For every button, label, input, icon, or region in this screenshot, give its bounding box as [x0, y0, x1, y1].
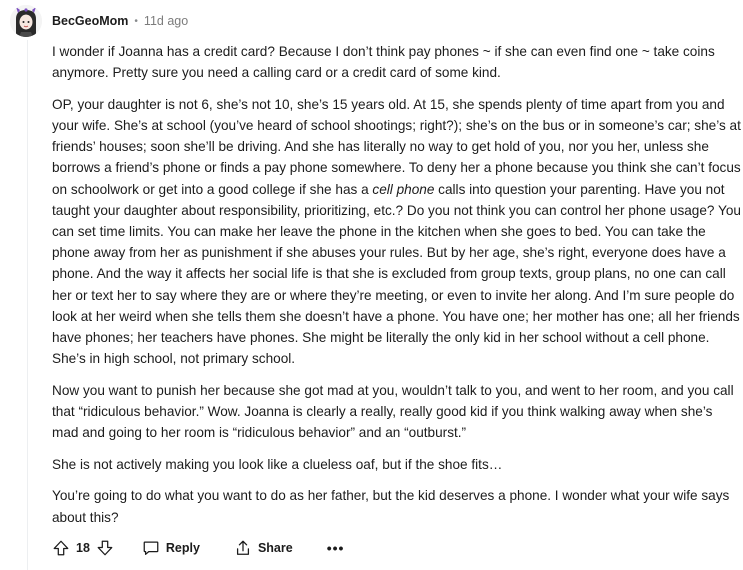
comment-paragraph: She is not actively making you look like…	[52, 456, 503, 472]
comment-body: I wonder if Joanna has a credit card? Be…	[52, 41, 742, 538]
share-icon	[234, 539, 252, 557]
share-label: Share	[257, 541, 293, 555]
emphasized-text: cell phone	[372, 181, 435, 197]
comment-paragraph: Now you want to punish her because she g…	[52, 382, 734, 441]
vote-group: 18	[46, 534, 120, 562]
upvote-arrow-icon[interactable]	[52, 539, 70, 557]
reply-button[interactable]: Reply	[136, 534, 206, 562]
speech-bubble-icon	[142, 539, 160, 557]
paragraph-text: calls into question your parenting. Have…	[52, 181, 741, 367]
share-button[interactable]: Share	[228, 534, 299, 562]
avatar[interactable]	[10, 5, 42, 37]
more-dots-icon: •••	[326, 540, 345, 556]
comment-paragraph: OP, your daughter is not 6, she’s not 10…	[52, 94, 742, 370]
vote-count: 18	[76, 541, 90, 555]
comment-paragraph: I wonder if Joanna has a credit card? Be…	[52, 44, 715, 81]
more-options-button[interactable]: •••	[321, 534, 351, 562]
timestamp[interactable]: 11d ago	[144, 14, 188, 28]
downvote-arrow-icon[interactable]	[96, 539, 114, 557]
comment-header: BecGeoMom • 11d ago	[10, 5, 188, 37]
meta-separator: •	[134, 15, 138, 27]
reply-label: Reply	[165, 541, 200, 555]
thread-line[interactable]	[27, 40, 28, 570]
avatar-image	[10, 5, 42, 37]
comment-actions: 18 Reply Share •••	[46, 534, 350, 562]
comment-paragraph: You’re going to do what you want to do a…	[52, 488, 730, 525]
author-name[interactable]: BecGeoMom	[52, 14, 128, 28]
comment: BecGeoMom • 11d ago I wonder if Joanna h…	[0, 0, 743, 570]
